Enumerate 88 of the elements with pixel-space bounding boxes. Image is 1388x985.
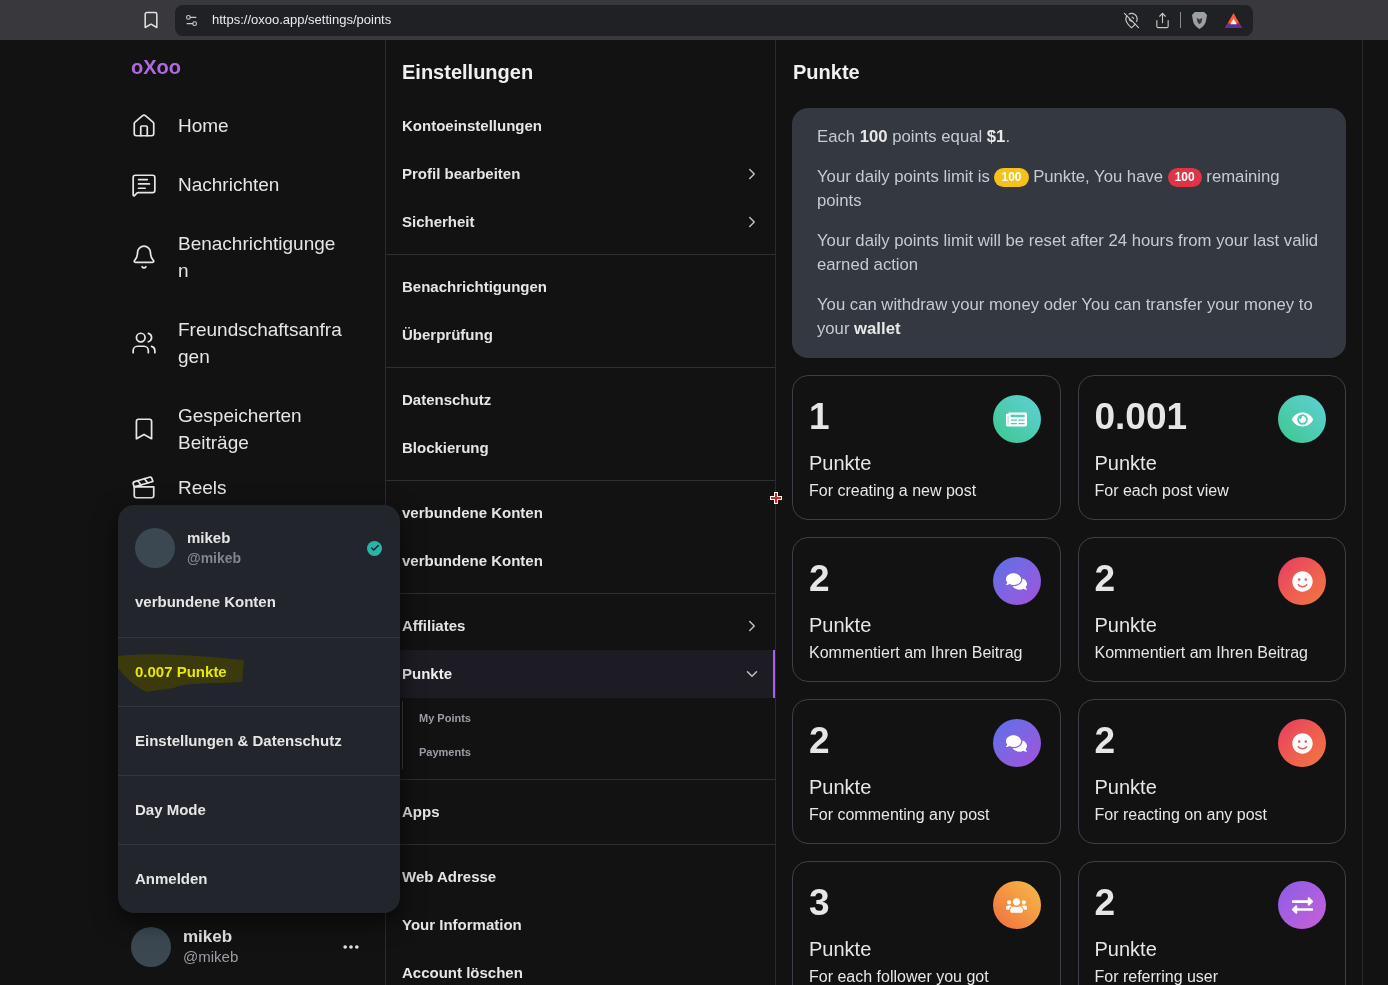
info-text: Your daily points limit will be reset after 24 hours from your last valid earned action xyxy=(817,231,1319,274)
points-description: For each follower you got xyxy=(809,967,990,985)
nav-item[interactable]: Gespeicherten Beiträge xyxy=(131,402,343,456)
site-settings-icon[interactable] xyxy=(184,12,199,28)
points-unit: Punkte xyxy=(1094,937,1158,962)
points-unit: Punkte xyxy=(1094,451,1158,476)
points-value: 1 xyxy=(809,395,830,439)
menu-item[interactable]: Datenschutz xyxy=(402,388,492,412)
users-icon xyxy=(131,330,157,356)
shield-icon[interactable] xyxy=(1192,11,1207,29)
points-unit: Punkte xyxy=(1094,775,1158,800)
points-description: Kommentiert am Ihren Beitrag xyxy=(809,643,1024,663)
menu-item[interactable]: Kontoeinstellungen xyxy=(402,114,542,138)
user-name: mikeb xyxy=(187,528,232,548)
points-unit: Punkte xyxy=(809,937,873,962)
url-text: https://oxoo.app/settings/points xyxy=(212,11,392,30)
clapperboard-icon xyxy=(131,474,157,501)
smiley-icon xyxy=(1278,557,1326,605)
bell-icon xyxy=(131,244,157,270)
menu-item[interactable]: verbundene Konten xyxy=(402,501,543,525)
points-description: Kommentiert am Ihren Beitrag xyxy=(1094,643,1309,663)
newspaper-icon xyxy=(992,395,1041,443)
page-title: Punkte xyxy=(792,60,861,85)
menu-item[interactable]: Affiliates xyxy=(402,614,466,638)
points-value: 0.001 xyxy=(1094,395,1188,439)
menu-item[interactable]: Your Information xyxy=(402,913,522,937)
info-text: You can withdraw your money oder You can transfer your money to your wallet xyxy=(817,295,1313,338)
points-unit: Punkte xyxy=(1094,613,1158,638)
settings-title: Einstellungen xyxy=(402,61,534,83)
info-text: Each 100 points equal $1. xyxy=(817,127,1010,146)
menu-item[interactable]: Profil bearbeiten xyxy=(402,162,521,186)
chat-bubbles-icon xyxy=(992,719,1041,767)
nav-item[interactable]: Freundschaftsanfragen xyxy=(131,316,343,370)
submenu-item[interactable]: My Points xyxy=(419,709,471,727)
smiley-icon xyxy=(1278,719,1326,767)
points-unit: Punkte xyxy=(809,613,873,638)
nav-item[interactable]: Benachrichtigungen xyxy=(131,230,343,284)
points-description: For referring user xyxy=(1094,967,1220,985)
menu-item[interactable]: Apps xyxy=(402,800,440,824)
points-description: For commenting any post xyxy=(809,805,991,825)
menu-item[interactable]: verbundene Konten xyxy=(135,590,276,614)
menu-item[interactable]: Überprüfung xyxy=(402,323,493,347)
info-text: remaining xyxy=(1206,167,1280,186)
points-description: For reacting on any post xyxy=(1094,805,1269,825)
menu-item[interactable]: Sicherheit xyxy=(402,210,475,234)
points-value: 3 xyxy=(809,881,830,925)
share-icon[interactable] xyxy=(1154,11,1171,29)
logo[interactable]: oXoo xyxy=(131,53,181,81)
points-value: 2 xyxy=(1094,557,1116,601)
bookmark-icon[interactable] xyxy=(141,10,161,30)
message-icon xyxy=(131,171,157,198)
nav-item[interactable]: Home xyxy=(131,112,343,139)
nav-item[interactable]: Reels xyxy=(131,474,343,501)
info-text: Punkte, You have xyxy=(1033,167,1164,186)
address-bar[interactable]: https://oxoo.app/settings/points xyxy=(175,4,1253,36)
count-badge: 100 xyxy=(1167,168,1202,188)
menu-item[interactable]: Web Adresse xyxy=(402,865,497,889)
chat-bubbles-icon xyxy=(992,557,1041,605)
menu-item[interactable]: Blockierung xyxy=(402,436,489,460)
points-unit: Punkte xyxy=(809,451,873,476)
pin-off-icon[interactable] xyxy=(1123,11,1140,29)
plus-icon xyxy=(770,492,782,504)
points-value: 2 xyxy=(809,557,830,601)
nav-item[interactable]: Nachrichten xyxy=(131,171,343,198)
menu-item[interactable]: Anmelden xyxy=(135,867,208,891)
menu-item[interactable]: Account löschen xyxy=(402,961,523,985)
user-name: mikeb xyxy=(183,927,234,947)
points-value: 2 xyxy=(1094,719,1116,763)
points-unit: Punkte xyxy=(809,775,873,800)
count-badge: 100 xyxy=(994,168,1029,188)
submenu-item[interactable]: Payments xyxy=(419,743,471,761)
swap-arrows-icon xyxy=(1278,881,1326,929)
user-handle: @mikeb xyxy=(187,549,242,568)
info-text: points xyxy=(817,191,862,210)
menu-item[interactable]: Benachrichtigungen xyxy=(402,275,547,299)
points-value: 2 xyxy=(809,719,830,763)
info-text: Your daily points limit is xyxy=(817,167,990,186)
eye-icon xyxy=(1278,395,1326,443)
users-icon xyxy=(992,881,1041,929)
points-description: For creating a new post xyxy=(809,481,978,501)
points-value: 2 xyxy=(1094,881,1116,925)
menu-item[interactable]: Day Mode xyxy=(135,798,206,822)
points-description: For each post view xyxy=(1094,481,1230,501)
user-handle: @mikeb xyxy=(183,947,239,967)
menu-item[interactable]: verbundene Konten xyxy=(402,549,543,573)
menu-item[interactable]: Einstellungen & Datenschutz xyxy=(135,729,342,753)
home-icon xyxy=(131,112,157,139)
triangle-icon[interactable] xyxy=(1225,12,1242,28)
